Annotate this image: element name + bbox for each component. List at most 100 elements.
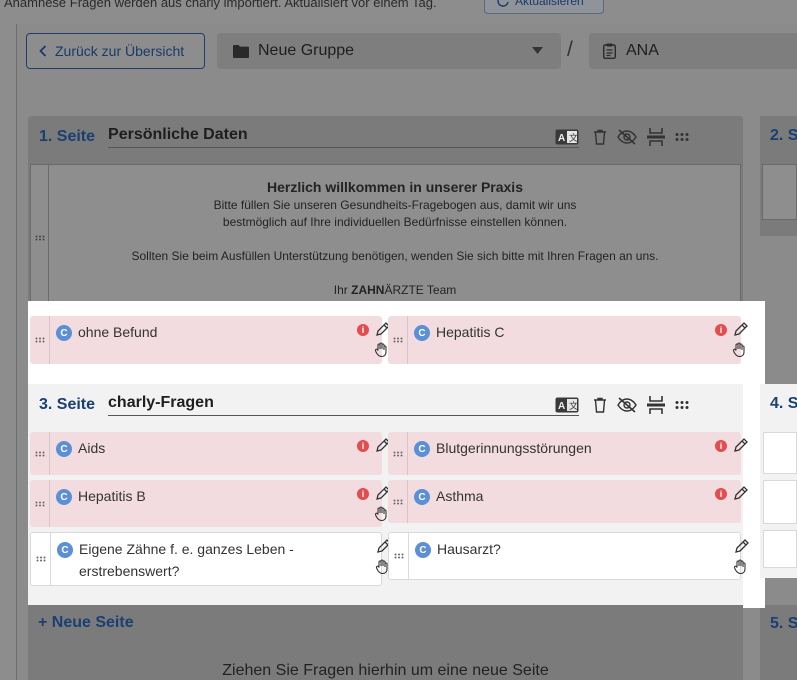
translate-icon[interactable]: A文	[555, 129, 579, 145]
question-card[interactable]: C Eigene Zähne f. e. ganzes Leben - erst…	[30, 532, 391, 586]
edit-icon[interactable]	[733, 322, 748, 337]
breadcrumb-separator: /	[567, 38, 573, 61]
drag-handle-icon[interactable]	[389, 533, 409, 579]
page-4-column: 4. S	[760, 384, 797, 578]
edit-icon[interactable]	[733, 486, 748, 501]
charly-badge: C	[56, 489, 72, 505]
signature-prefix: Ihr	[333, 283, 352, 297]
welcome-line-3: Sollten Sie beim Ausfüllen Unterstützung…	[131, 249, 659, 263]
info-icon[interactable]: i	[357, 324, 369, 336]
page-5-number: 5. S	[770, 615, 797, 632]
page-5-column: 5. S	[760, 605, 797, 680]
drag-handle-icon[interactable]	[388, 432, 408, 475]
page-2-number: 2. S	[770, 127, 797, 144]
page-2-column: 2. S	[760, 116, 797, 236]
charly-badge: C	[414, 441, 430, 457]
question-text: Aids	[78, 440, 106, 456]
welcome-title: Herzlich willkommen in unserer Praxis	[267, 179, 523, 195]
question-card[interactable]: C Hepatitis B i	[30, 480, 390, 527]
back-to-overview-button[interactable]: Zurück zur Übersicht	[26, 33, 205, 69]
info-icon[interactable]: i	[357, 488, 369, 500]
welcome-signature: Ihr ZAHNÄRZTE Team	[49, 282, 741, 299]
question-card[interactable]: C Hepatitis C i	[388, 316, 748, 364]
info-icon[interactable]: i	[715, 440, 727, 452]
translate-icon[interactable]: A文	[555, 397, 579, 413]
add-page-button[interactable]: + Neue Seite	[38, 614, 134, 632]
drag-handle-icon[interactable]	[30, 480, 50, 527]
question-card[interactable]: C Asthma i	[388, 480, 748, 523]
hand-drag-icon[interactable]	[733, 559, 748, 574]
hand-drag-icon[interactable]	[374, 506, 389, 521]
folder-icon	[233, 44, 249, 58]
trash-icon[interactable]	[593, 129, 607, 145]
edit-icon[interactable]	[734, 539, 749, 554]
clipboard-icon	[603, 43, 616, 59]
page-4-number: 4. S	[770, 395, 797, 412]
more-options-icon[interactable]	[675, 400, 689, 410]
question-text: Hepatitis B	[78, 488, 146, 504]
question-text: Eigene Zähne f. e. ganzes Leben - erstre…	[79, 541, 294, 579]
question-text: Hausarzt?	[437, 541, 501, 557]
welcome-line-1: Bitte füllen Sie unseren Gesundheits-Fra…	[213, 198, 577, 212]
chevron-left-icon	[39, 45, 47, 57]
svg-text:A: A	[558, 401, 565, 412]
drag-handle-icon[interactable]	[388, 480, 408, 523]
question-card[interactable]: C Blutgerinnungsstörungen i	[388, 432, 748, 475]
group-select-value: Neue Gruppe	[258, 42, 355, 59]
caret-down-icon	[532, 47, 543, 54]
charly-badge: C	[415, 542, 431, 558]
import-info-text: Anamnese Fragen werden aus charly import…	[4, 0, 437, 10]
svg-text:A: A	[558, 133, 565, 144]
page-break-icon[interactable]	[647, 128, 666, 146]
group-select[interactable]: Neue Gruppe	[217, 33, 561, 69]
edit-icon[interactable]	[733, 438, 748, 453]
refresh-icon	[497, 0, 509, 7]
info-icon[interactable]: i	[715, 488, 727, 500]
page-break-icon[interactable]	[647, 396, 666, 414]
charly-badge: C	[57, 542, 73, 558]
form-select-value: ANA	[626, 42, 659, 59]
question-text: Asthma	[436, 488, 484, 504]
svg-text:文: 文	[569, 132, 578, 143]
question-text: Blutgerinnungsstörungen	[436, 440, 592, 456]
drag-handle-icon[interactable]	[31, 533, 51, 585]
visibility-off-icon[interactable]	[617, 397, 637, 413]
page-3-title[interactable]: charly-Fragen	[108, 394, 580, 416]
page-1-header: 1. Seite Persönliche Daten A文	[39, 126, 739, 148]
visibility-off-icon[interactable]	[617, 129, 637, 145]
more-options-icon[interactable]	[675, 132, 689, 142]
question-text: ohne Befund	[78, 324, 158, 340]
drag-handle-icon[interactable]	[388, 316, 408, 364]
signature-suffix: ÄRZTE Team	[384, 283, 457, 297]
question-card[interactable]: C Hausarzt?	[388, 532, 749, 580]
welcome-line-2: bestmöglich auf Ihre individuellen Bedür…	[222, 215, 568, 229]
info-icon[interactable]: i	[715, 324, 727, 336]
question-card[interactable]: C Aids i	[30, 432, 390, 475]
trash-icon[interactable]	[593, 397, 607, 413]
question-text: Hepatitis C	[436, 324, 505, 340]
back-label: Zurück zur Übersicht	[55, 43, 185, 59]
svg-text:文: 文	[569, 400, 578, 411]
charly-badge: C	[56, 325, 72, 341]
welcome-text: Herzlich willkommen in unserer Praxis Bi…	[49, 179, 741, 299]
page-3-header: 3. Seite charly-Fragen A文	[39, 394, 739, 416]
hand-drag-icon[interactable]	[732, 342, 747, 357]
question-card[interactable]: C ohne Befund i	[30, 316, 390, 364]
welcome-text-block[interactable]: Herzlich willkommen in unserer Praxis Bi…	[30, 164, 741, 311]
drag-handle-icon[interactable]	[30, 432, 50, 475]
page-1-number: 1. Seite	[39, 128, 96, 145]
refresh-button[interactable]: Aktualisieren	[484, 0, 604, 14]
dropzone-hint: Ziehen Sie Fragen hierhin um eine neue S…	[222, 662, 549, 679]
drag-handle-icon[interactable]	[31, 165, 49, 310]
page-1-title[interactable]: Persönliche Daten	[108, 126, 580, 148]
signature-bold: ZAHN	[351, 283, 385, 297]
charly-badge: C	[414, 325, 430, 341]
refresh-label: Aktualisieren	[515, 0, 584, 8]
charly-badge: C	[414, 489, 430, 505]
hand-drag-icon[interactable]	[374, 342, 389, 357]
form-select[interactable]: ANA	[589, 33, 797, 69]
info-icon[interactable]: i	[357, 440, 369, 452]
drag-handle-icon[interactable]	[30, 316, 50, 364]
charly-badge: C	[56, 441, 72, 457]
page-3-number: 3. Seite	[39, 396, 96, 413]
